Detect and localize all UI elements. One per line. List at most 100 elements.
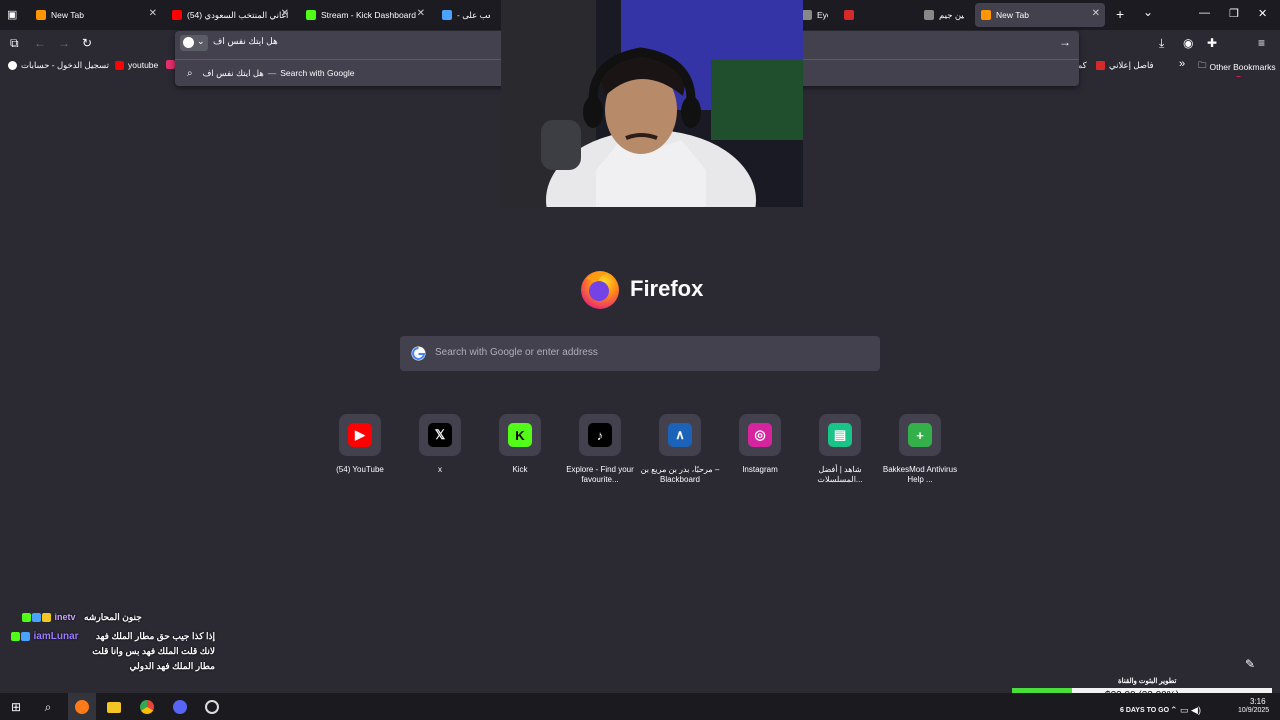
reload-button[interactable]: ↻	[82, 36, 92, 50]
suggestion-query: هل ايتك نفس اف	[202, 67, 264, 78]
top-site-label: x	[438, 465, 442, 474]
top-site-icon-tile: ▤	[819, 414, 861, 456]
restore-button[interactable]: ❐	[1229, 7, 1239, 20]
instagram-icon	[166, 60, 175, 69]
tab-favicon-icon	[924, 10, 934, 20]
top-site-label: Kick	[512, 465, 528, 474]
minimize-button[interactable]: —	[1199, 7, 1210, 19]
folder-icon: 🗀	[1198, 60, 1207, 70]
window-close-button[interactable]: ✕	[1258, 7, 1267, 20]
plus-icon: +	[908, 423, 932, 447]
tab[interactable]: Stream - Kick Dashboard ✕	[300, 3, 430, 27]
top-site-tile[interactable]: K Kick	[480, 414, 560, 475]
tab-label: Eyes	[817, 10, 828, 20]
chat-text: إذا كذا جيب حق مطار الملك فهد لانك قلت ا…	[92, 631, 215, 671]
tab[interactable]: (54) اغاني المنتخب السعودي ✕	[166, 3, 294, 27]
tab-close-button[interactable]: ✕	[417, 8, 425, 19]
bookmark-item[interactable]: youtube	[115, 60, 158, 70]
bookmark-label: تسجيل الدخول - حسابات	[21, 60, 109, 70]
chrome-icon[interactable]	[138, 698, 156, 716]
top-site-tile[interactable]: ▶ (54) YouTube	[320, 414, 400, 475]
firefox-taskbar-icon[interactable]	[68, 693, 96, 720]
chat-message: inetv جنون المحارشه	[22, 612, 142, 623]
top-site-label: مرحبًا، بدر بن مريع بن – Blackboard	[640, 465, 720, 484]
extensions-icon[interactable]: ✚	[1207, 36, 1217, 50]
other-bookmarks-label: Other Bookmarks	[1209, 62, 1276, 72]
tab[interactable]: New Tab ✕	[975, 3, 1105, 27]
tab-label: New Tab	[996, 10, 1029, 20]
top-site-tile[interactable]: ▤ شاهد | أفضل المسلسلات...	[800, 414, 880, 485]
google-icon	[411, 346, 426, 361]
search-icon: ⌕	[187, 67, 193, 79]
tab-close-button[interactable]: ✕	[281, 8, 289, 19]
top-site-tile[interactable]: + BakkesMod Antivirus Help ...	[880, 414, 960, 485]
tiktok-icon: ♪	[588, 423, 612, 447]
tab-favicon-icon	[442, 10, 452, 20]
back-button[interactable]: ←	[34, 36, 46, 50]
tab[interactable]: - العب على	[436, 3, 496, 27]
top-site-tile[interactable]: ∧ مرحبًا، بدر بن مريع بن – Blackboard	[640, 414, 720, 485]
bookmark-item[interactable]: تسجيل الدخول - حسابات	[8, 60, 109, 71]
bookmarks-overflow-button[interactable]: »	[1179, 58, 1185, 70]
tab-list-button[interactable]: ⌄	[1143, 5, 1153, 19]
top-site-label: Instagram	[742, 465, 778, 474]
sidebar-icon[interactable]: ⧉	[10, 36, 19, 51]
search-icon[interactable]: ⌕	[39, 698, 57, 716]
tab-favicon-icon	[981, 10, 991, 20]
youtube-icon: ▶	[348, 423, 372, 447]
top-site-tile[interactable]: 𝕏x	[400, 414, 480, 475]
tab-label: Stream - Kick Dashboard	[321, 10, 416, 20]
tab-favicon-icon	[172, 10, 182, 20]
top-site-label: Explore - Find your favourite...	[566, 465, 634, 484]
file-explorer-icon[interactable]	[105, 698, 123, 716]
shahid-icon: ▤	[828, 423, 852, 447]
tab-label: New Tab	[51, 10, 84, 20]
menu-icon[interactable]: ≡	[1258, 36, 1265, 50]
instagram-icon: ◎	[748, 423, 772, 447]
tab-favicon-icon	[36, 10, 46, 20]
clock-time[interactable]: 3:16	[1250, 697, 1266, 706]
downloads-icon[interactable]: ⤓	[1159, 36, 1164, 51]
top-site-icon-tile: ◎	[739, 414, 781, 456]
top-site-icon-tile: +	[899, 414, 941, 456]
top-site-label: BakkesMod Antivirus Help ...	[882, 465, 958, 484]
suggestion-action: Search with Google	[280, 68, 355, 78]
top-site-tile[interactable]: ♪ Explore - Find your favourite...	[560, 414, 640, 485]
tab-overview-icon[interactable]: ▣	[7, 8, 17, 21]
top-site-icon-tile: ▶	[339, 414, 381, 456]
customize-pencil-icon[interactable]: ✎	[1238, 652, 1262, 676]
blackboard-icon: ∧	[668, 423, 692, 447]
top-site-tile[interactable]: ◎ Instagram	[720, 414, 800, 475]
tab-favicon-icon	[802, 10, 812, 20]
tab-close-button[interactable]: ✕	[149, 8, 157, 19]
top-site-label: (54) YouTube	[336, 465, 384, 474]
tab[interactable]	[838, 3, 898, 27]
search-engine-selector[interactable]: ⌄	[180, 35, 208, 51]
discord-icon[interactable]	[171, 698, 189, 716]
newtab-search-input[interactable]: Search with Google or enter address	[400, 336, 880, 371]
tab[interactable]: سين جيم	[918, 3, 970, 27]
clock-date[interactable]: 10/9/2025	[1238, 707, 1269, 714]
forward-button[interactable]: →	[58, 36, 70, 50]
new-tab-button[interactable]: +	[1116, 6, 1124, 22]
tray-icons[interactable]: ⌃ ▭ ◀)	[1170, 705, 1201, 716]
bookmark-label: youtube	[128, 60, 159, 70]
bookmark-item[interactable]: فاصل إعلاني	[1096, 60, 1154, 71]
account-icon[interactable]: ◉	[1183, 36, 1193, 50]
top-site-icon-tile: ♪	[579, 414, 621, 456]
tab-favicon-icon	[844, 10, 854, 20]
go-button[interactable]: →	[1059, 35, 1071, 49]
chevron-down-icon: ⌄	[197, 36, 205, 46]
goal-days-left: 6 DAYS TO GO	[1120, 707, 1170, 714]
other-bookmarks-folder[interactable]: 🗀 Other Bookmarks	[1198, 60, 1276, 74]
chat-message: iamLunar إذا كذا جيب حق مطار الملك فهد ل…	[11, 631, 216, 674]
tab[interactable]: New Tab ✕	[30, 3, 162, 27]
tab-close-button[interactable]: ✕	[1092, 8, 1100, 19]
obs-icon[interactable]	[203, 698, 221, 716]
top-site-icon-tile: K	[499, 414, 541, 456]
windows-start-icon[interactable]: ⊞	[7, 698, 25, 716]
bookmark-label: فاصل إعلاني	[1109, 60, 1154, 70]
tab-favicon-icon	[306, 10, 316, 20]
suggestion-separator: —	[267, 68, 277, 78]
chat-text: جنون المحارشه	[84, 612, 142, 622]
